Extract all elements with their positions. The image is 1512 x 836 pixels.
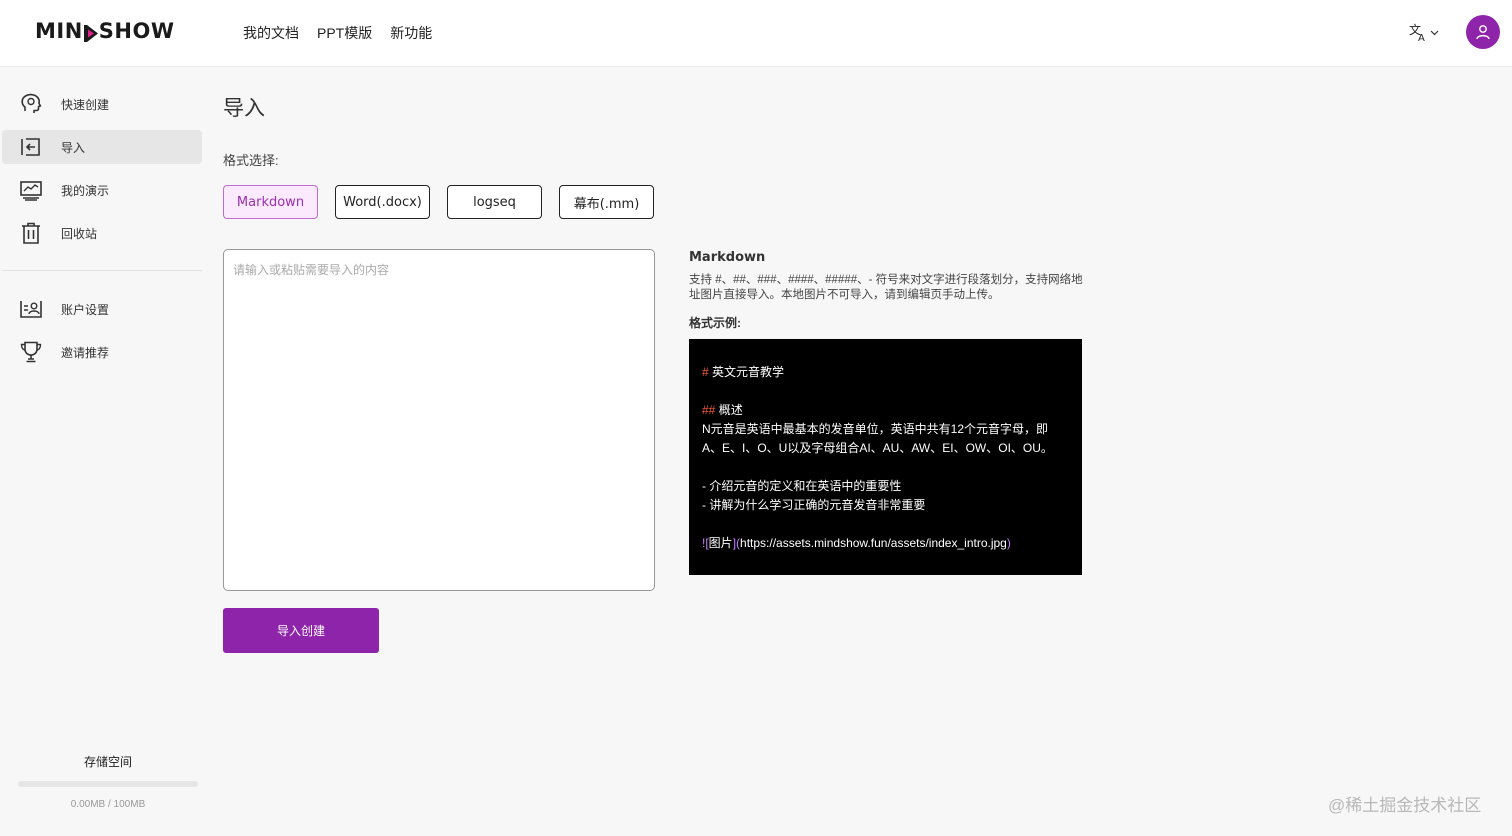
page-title: 导入 [223,97,265,120]
account-settings-icon [20,301,42,318]
format-selector: Markdown Word(.docx) logseq 幕布(.mm) [223,185,654,219]
sidebar-item-import[interactable]: 导入 [2,130,202,164]
example-label: 格式示例: [689,316,741,330]
sidebar-item-account-settings[interactable]: 账户设置 [2,292,202,326]
format-info-title: Markdown [689,250,766,265]
watermark: @稀土掘金技术社区 [1328,796,1482,815]
nav-new-features[interactable]: 新功能 [390,23,432,43]
logo-play-icon [83,23,98,42]
user-avatar[interactable] [1466,15,1500,49]
translate-icon: 文A [1409,22,1425,42]
sidebar-divider [2,270,202,271]
chevron-down-icon [1430,30,1439,35]
language-switcher[interactable]: 文A [1408,22,1439,42]
example-line-para2: A、E、I、O、U以及字母组合AI、AU、AW、EI、OW、OI、OU。 [702,441,1053,455]
top-header: MIN SHOW 我的文档 PPT模版 新功能 文A [0,0,1512,67]
example-line-image: ![图片](https://assets.mindshow.fun/assets… [702,536,1011,550]
sidebar-item-quick-create[interactable]: 快速创建 [2,87,202,121]
top-nav: 我的文档 PPT模版 新功能 [243,23,432,43]
storage-usage-text: 0.00MB / 100MB [70,799,146,810]
import-content-textarea[interactable] [223,249,655,591]
sidebar-item-label: 导入 [61,140,86,155]
example-line-bullet2: - 讲解为什么学习正确的元音发音非常重要 [702,498,926,512]
logo-text-right: SHOW [98,19,175,43]
storage-progress-bar [18,781,198,787]
format-info-description: 支持 #、##、###、####、#####、- 符号来对文字进行段落划分，支持… [689,274,1083,301]
example-line-h2: ## 概述 [702,403,743,417]
sidebar-item-label: 账户设置 [61,302,110,317]
sidebar-item-label: 我的演示 [61,183,110,198]
mindshow-logo[interactable]: MIN SHOW [35,19,175,43]
import-icon [21,138,40,156]
trophy-icon [20,341,42,363]
format-button-markdown[interactable]: Markdown [223,185,318,219]
example-line-para1: N元音是英语中最基本的发音单位，英语中共有12个元音字母，即 [702,422,1049,436]
format-button-mubu[interactable]: 幕布(.mm) [559,185,654,219]
example-line-bullet1: - 介绍元音的定义和在英语中的重要性 [702,479,902,493]
presentation-icon [20,181,42,201]
format-button-word[interactable]: Word(.docx) [335,185,430,219]
nav-ppt-templates[interactable]: PPT模版 [317,23,372,43]
example-line-h1: # 英文元音教学 [702,365,785,379]
trash-icon [22,222,40,244]
import-create-button[interactable]: 导入创建 [223,608,379,653]
sidebar-item-trash[interactable]: 回收站 [2,216,202,250]
svg-text:A: A [1418,33,1425,42]
logo-text-left: MIN [35,19,83,43]
format-label: 格式选择: [223,153,279,168]
user-icon [1476,25,1490,40]
storage-title: 存储空间 [83,755,132,769]
nav-my-docs[interactable]: 我的文档 [243,23,299,43]
sidebar-item-my-presentations[interactable]: 我的演示 [2,173,202,207]
sidebar: 快速创建 导入 我的演示 回收站 账户设置 邀请推荐 存储空间 0.00MB /… [0,68,203,836]
sidebar-item-label: 邀请推荐 [61,345,110,360]
sidebar-item-invite[interactable]: 邀请推荐 [2,335,202,369]
sidebar-item-label: 快速创建 [61,97,110,112]
sidebar-item-label: 回收站 [61,226,98,241]
format-button-logseq[interactable]: logseq [447,185,542,219]
markdown-example-box: # 英文元音教学 ## 概述 N元音是英语中最基本的发音单位，英语中共有12个元… [689,339,1082,575]
brain-icon [21,93,42,113]
